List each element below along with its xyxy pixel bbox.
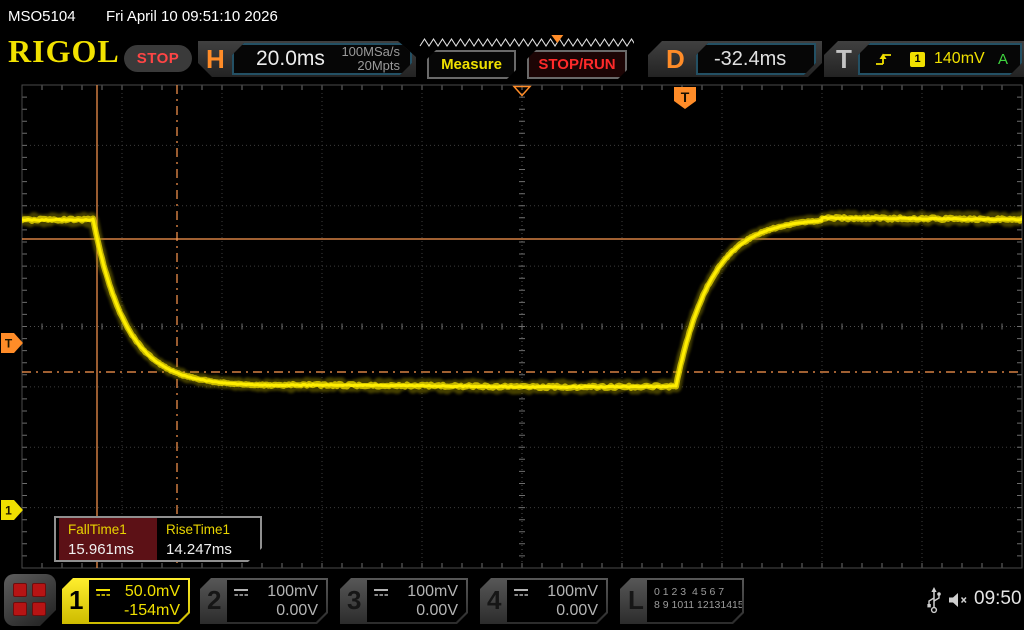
logic-channels-box[interactable]: L 0 1 2 3 4 5 6 7 8 9 1011 12131415 (620, 578, 744, 624)
trigger-box[interactable]: 1 140mV A (858, 43, 1022, 75)
channel-number: 2 (207, 585, 221, 616)
channel-2-box[interactable]: 2 100mV 0.00V (200, 578, 328, 624)
svg-text:1: 1 (5, 504, 12, 518)
measure-button[interactable]: Measure (427, 50, 516, 79)
channel-offset: -154mV (95, 602, 182, 620)
channel-offset: 0.00V (513, 602, 600, 620)
timebase-box[interactable]: 20.0ms 100MSa/s 20Mpts (232, 43, 412, 75)
rigol-logo: RIGOL (8, 33, 120, 70)
logic-row-1: 0 1 2 3 4 5 6 7 (647, 580, 742, 599)
system-datetime: Fri April 10 09:51:10 2026 (106, 8, 278, 25)
dc-coupling-icon (233, 587, 249, 598)
channel-scale: 100mV (407, 583, 460, 601)
speaker-muted-icon (948, 592, 970, 608)
header-bar: RIGOL STOP H 20.0ms 100MSa/s 20Mpts Meas… (0, 32, 1024, 84)
horizontal-settings[interactable]: H 20.0ms 100MSa/s 20Mpts (198, 41, 416, 77)
channel-3-box[interactable]: 3 100mV 0.00V (340, 578, 468, 624)
measurement-label: FallTime1 (68, 522, 157, 537)
memory-depth: 20Mpts (341, 59, 400, 73)
measurement-falltime1[interactable]: FallTime1 15.961ms (59, 518, 157, 560)
channel-status-bar: 1 50.0mV -154mV 2 (0, 572, 1024, 630)
measurement-panel: FallTime1 15.961ms RiseTime1 14.247ms (54, 516, 262, 562)
channel-scale: 100mV (547, 583, 600, 601)
logic-row-2: 8 9 1011 12131415 (647, 599, 742, 612)
clock: 09:50 (974, 588, 1022, 610)
titlebar: MSO5104 Fri April 10 09:51:10 2026 (0, 0, 1024, 32)
measurement-value: 15.961ms (68, 541, 157, 558)
channel-menu-icon[interactable] (4, 574, 56, 626)
acquisition-status-badge[interactable]: STOP (124, 45, 192, 72)
delay-box[interactable]: -32.4ms (696, 43, 816, 75)
channel-number: 4 (487, 585, 501, 616)
measurement-value: 14.247ms (166, 541, 255, 558)
channel-scale: 100mV (267, 583, 320, 601)
trigger-level-value: 140mV (934, 50, 985, 68)
timebase-value: 20.0ms (256, 47, 325, 71)
dc-coupling-icon (513, 587, 529, 598)
measurement-risetime1[interactable]: RiseTime1 14.247ms (157, 518, 255, 560)
trigger-label: T (836, 44, 852, 75)
channel-number: 3 (347, 585, 361, 616)
trigger-source-badge: 1 (910, 52, 925, 67)
delay-label: D (666, 44, 685, 75)
channel-offset: 0.00V (233, 602, 320, 620)
graticule (22, 85, 1022, 568)
trigger-settings[interactable]: T 1 140mV A (824, 41, 1024, 77)
channel-number: 1 (69, 585, 83, 616)
oscilloscope-screen: T T 1 MSO5104 Fri April 10 09:51:10 2026 R… (0, 0, 1024, 630)
channel-scale: 50.0mV (125, 583, 182, 601)
channel-1-box[interactable]: 1 50.0mV -154mV (62, 578, 190, 624)
stop-run-button[interactable]: STOP/RUN (527, 50, 627, 79)
dc-coupling-icon (95, 587, 111, 598)
delay-settings[interactable]: D -32.4ms (648, 41, 822, 77)
usb-icon (926, 586, 942, 614)
trigger-sweep-mode: A (998, 51, 1008, 68)
record-overview-bar[interactable] (418, 34, 634, 50)
svg-text:T: T (5, 337, 13, 351)
horizontal-label: H (206, 44, 225, 75)
channel-offset: 0.00V (373, 602, 460, 620)
delay-value: -32.4ms (714, 48, 786, 71)
svg-text:T: T (681, 89, 690, 105)
dc-coupling-icon (373, 587, 389, 598)
rising-edge-trigger-icon (874, 50, 894, 68)
model-name: MSO5104 (8, 8, 76, 25)
sample-rate: 100MSa/s (341, 45, 400, 59)
measurement-label: RiseTime1 (166, 522, 255, 537)
channel-4-box[interactable]: 4 100mV 0.00V (480, 578, 608, 624)
logic-label: L (628, 585, 644, 616)
